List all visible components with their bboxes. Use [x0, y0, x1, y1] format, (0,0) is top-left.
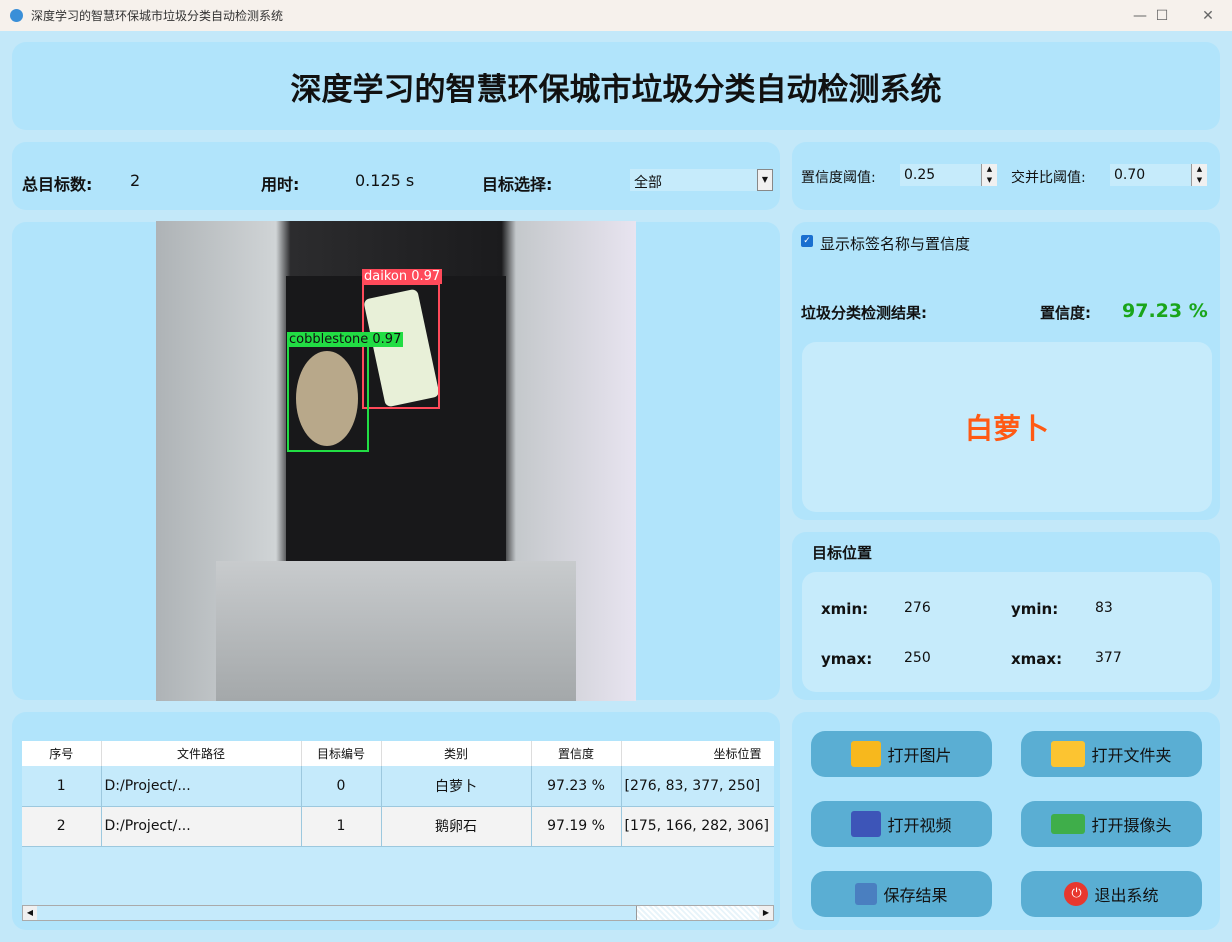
scrollbar-thumb[interactable]: [37, 906, 637, 920]
xmin-label: xmin:: [821, 600, 869, 618]
open-video-label: 打开视频: [887, 816, 952, 835]
position-box: xmin: 276 ymin: 83 ymax: 250 xmax: 377: [802, 572, 1212, 692]
result-label: 垃圾分类检测结果:: [801, 304, 927, 322]
conf-threshold-label: 置信度阈值:: [801, 170, 876, 186]
xmax-value: 377: [1095, 650, 1122, 666]
result-class-box: 白萝卜: [802, 342, 1212, 512]
column-header[interactable]: 序号: [22, 741, 102, 766]
table-panel: 序号 文件路径 目标编号 类别 置信度 坐标位置 1 D:/Project/..…: [12, 712, 780, 930]
conf-threshold-value: 0.25: [904, 167, 936, 183]
ymin-label: ymin:: [1011, 600, 1059, 618]
scroll-right-icon[interactable]: ▶: [759, 906, 773, 920]
cell-class: 鹅卵石: [381, 806, 532, 847]
camera-icon: [1051, 814, 1086, 834]
position-title: 目标位置: [812, 544, 873, 562]
horizontal-scrollbar[interactable]: ◀ ▶: [22, 905, 774, 921]
result-conf-value: 97.23 %: [1122, 300, 1208, 322]
total-value: 2: [130, 171, 141, 190]
close-button[interactable]: ✕: [1185, 0, 1231, 31]
image-icon: [851, 741, 882, 767]
exit-button[interactable]: ⏻ 退出系统: [1021, 871, 1202, 917]
cell-index: 2: [22, 806, 102, 847]
maximize-button[interactable]: ☐: [1139, 0, 1185, 31]
open-image-button[interactable]: 打开图片: [811, 731, 992, 777]
cell-confidence: 97.23 %: [531, 766, 622, 807]
ymax-label: ymax:: [821, 650, 873, 668]
cell-path: D:/Project/...: [101, 806, 302, 847]
table-row[interactable]: 2 D:/Project/... 1 鹅卵石 97.19 % [175, 166…: [22, 806, 774, 847]
column-header[interactable]: 文件路径: [101, 741, 302, 766]
column-header[interactable]: 类别: [381, 741, 532, 766]
power-icon: ⏻: [1064, 882, 1089, 906]
folder-icon: [1051, 741, 1086, 767]
xmin-value: 276: [904, 600, 931, 616]
result-panel: ✓ 显示标签名称与置信度 垃圾分类检测结果: 置信度: 97.23 % 白萝卜: [792, 222, 1220, 520]
save-icon: [855, 883, 878, 905]
cell-index: 1: [22, 766, 102, 807]
save-results-button[interactable]: 保存结果: [811, 871, 992, 917]
detection-image: daikon 0.97 cobblestone 0.97: [156, 221, 636, 701]
detection-box-cobblestone: cobblestone 0.97: [287, 332, 404, 452]
open-camera-button[interactable]: 打开摄像头: [1021, 801, 1202, 847]
stats-panel: 总目标数: 2 用时: 0.125 s 目标选择: 全部 ▼: [12, 142, 780, 210]
window-title: 深度学习的智慧环保城市垃圾分类自动检测系统: [31, 9, 284, 23]
select-label: 目标选择:: [482, 175, 553, 194]
show-labels-label[interactable]: 显示标签名称与置信度: [820, 233, 970, 254]
open-camera-label: 打开摄像头: [1091, 816, 1172, 835]
app-icon: [10, 9, 23, 22]
iou-threshold-value: 0.70: [1114, 167, 1146, 183]
position-panel: 目标位置 xmin: 276 ymin: 83 ymax: 250 xmax: …: [792, 532, 1220, 700]
title-bar: 深度学习的智慧环保城市垃圾分类自动检测系统: [0, 0, 1232, 31]
ymax-value: 250: [904, 650, 931, 666]
save-label: 保存结果: [883, 886, 948, 905]
cell-target-id: 1: [301, 806, 382, 847]
result-class-name: 白萝卜: [964, 412, 1049, 445]
header-panel: 深度学习的智慧环保城市垃圾分类自动检测系统: [12, 42, 1220, 130]
time-label: 用时:: [261, 175, 300, 194]
xmax-label: xmax:: [1011, 650, 1063, 668]
table-row[interactable]: 1 D:/Project/... 0 白萝卜 97.23 % [276, 83,…: [22, 766, 774, 807]
image-panel: daikon 0.97 cobblestone 0.97: [12, 221, 780, 701]
cell-target-id: 0: [301, 766, 382, 807]
page-title: 深度学习的智慧环保城市垃圾分类自动检测系统: [290, 71, 942, 108]
open-folder-button[interactable]: 打开文件夹: [1021, 731, 1202, 777]
detection-label: daikon 0.97: [362, 269, 443, 284]
result-conf-label: 置信度:: [1040, 304, 1091, 322]
cell-coords: [276, 83, 377, 250]: [621, 766, 774, 807]
show-labels-checkbox[interactable]: ✓: [801, 235, 813, 247]
conf-threshold-spinbox[interactable]: 0.25 ▲ ▼: [900, 164, 997, 186]
total-label: 总目标数:: [22, 175, 93, 194]
open-folder-label: 打开文件夹: [1091, 746, 1172, 765]
iou-threshold-spinbox[interactable]: 0.70 ▲ ▼: [1110, 164, 1207, 186]
cell-class: 白萝卜: [381, 766, 532, 807]
detection-label: cobblestone 0.97: [287, 332, 404, 347]
cell-confidence: 97.19 %: [531, 806, 622, 847]
open-video-button[interactable]: 打开视频: [811, 801, 992, 847]
results-table: 序号 文件路径 目标编号 类别 置信度 坐标位置 1 D:/Project/..…: [22, 741, 774, 921]
open-image-label: 打开图片: [887, 746, 952, 765]
time-value: 0.125 s: [355, 171, 415, 190]
spin-arrows-icon[interactable]: ▲ ▼: [981, 164, 997, 186]
ymin-value: 83: [1095, 600, 1113, 616]
cell-coords: [175, 166, 282, 306]: [621, 806, 774, 847]
target-select[interactable]: 全部 ▼: [630, 169, 773, 191]
iou-threshold-label: 交并比阈值:: [1011, 170, 1086, 186]
column-header[interactable]: 坐标位置: [621, 741, 774, 766]
buttons-panel: 打开图片 打开文件夹 打开视频 打开摄像头 保存结果 ⏻ 退出系统: [792, 712, 1220, 930]
scroll-left-icon[interactable]: ◀: [23, 906, 37, 920]
cell-path: D:/Project/...: [101, 766, 302, 807]
spin-arrows-icon[interactable]: ▲ ▼: [1191, 164, 1207, 186]
video-icon: [851, 811, 882, 837]
column-header[interactable]: 目标编号: [301, 741, 382, 766]
exit-label: 退出系统: [1094, 886, 1159, 905]
column-header[interactable]: 置信度: [531, 741, 622, 766]
target-select-value: 全部: [634, 175, 662, 191]
chevron-down-icon[interactable]: ▼: [757, 169, 773, 191]
threshold-panel: 置信度阈值: 0.25 ▲ ▼ 交并比阈值: 0.70 ▲ ▼: [792, 142, 1220, 210]
